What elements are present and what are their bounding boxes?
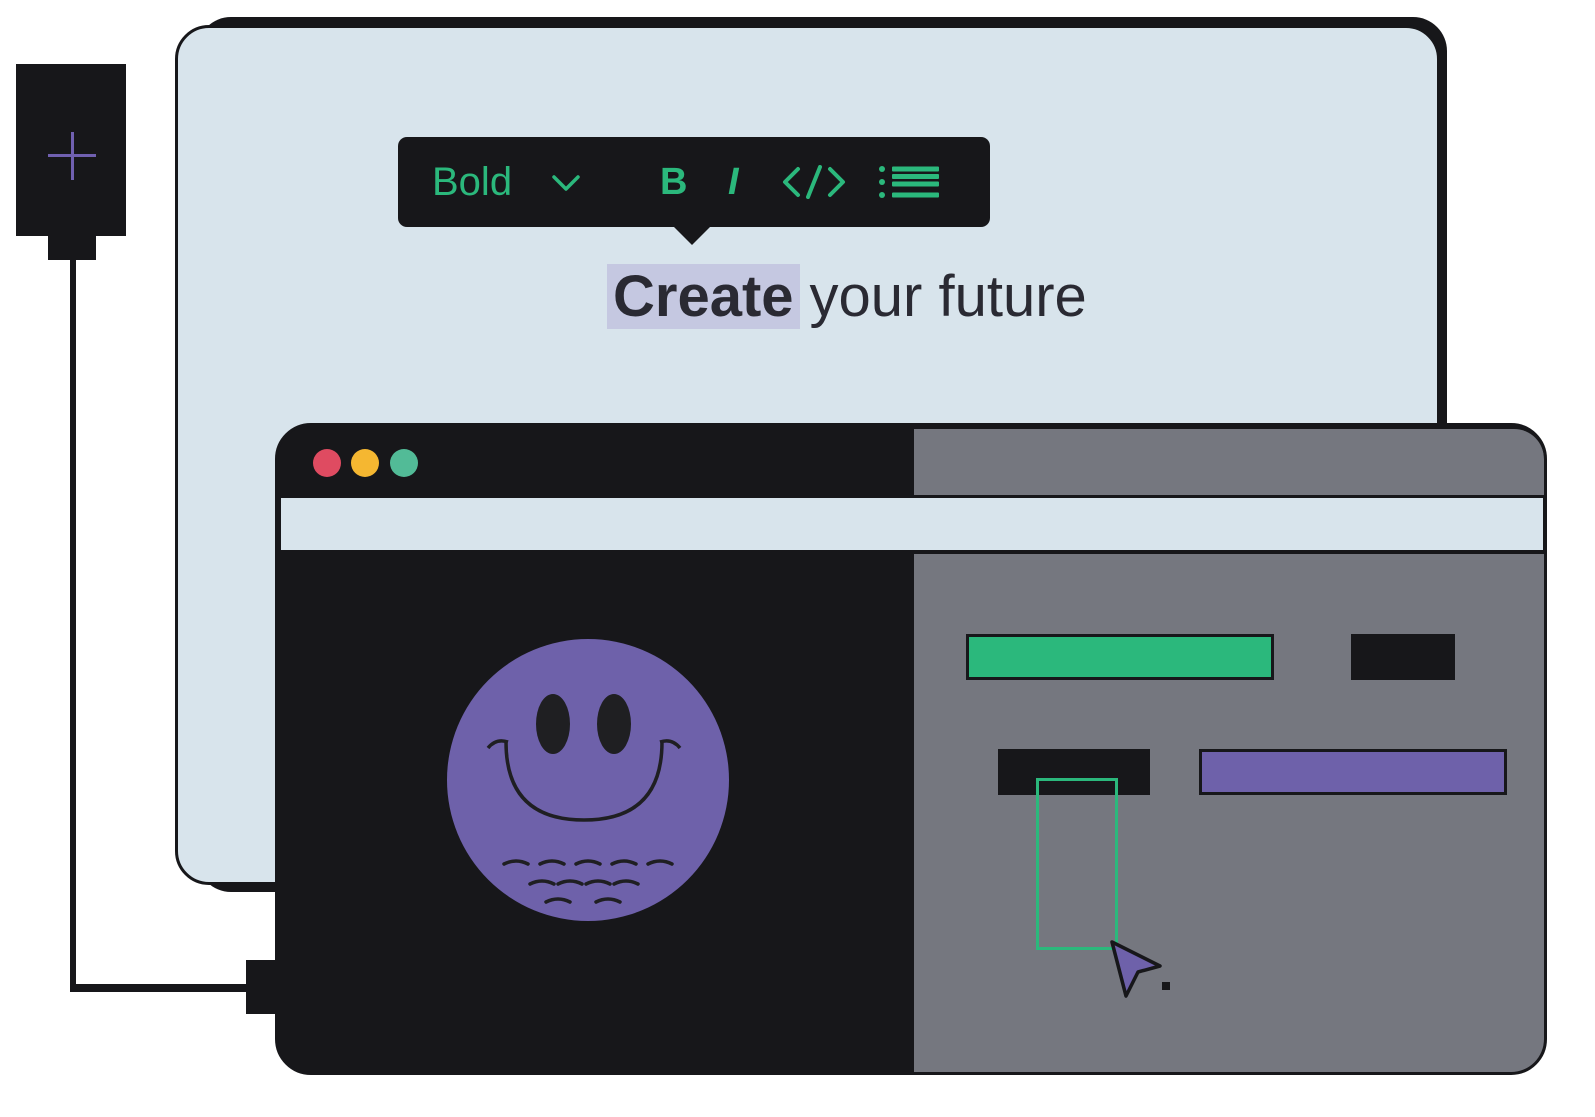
maximize-window-button[interactable]: [390, 449, 418, 477]
close-window-button[interactable]: [313, 449, 341, 477]
bold-button[interactable]: B: [660, 157, 687, 207]
code-icon[interactable]: [782, 165, 846, 199]
content-panel: [914, 554, 1544, 1072]
add-block-button-base: [48, 230, 96, 260]
selected-text[interactable]: Create: [607, 264, 800, 329]
address-bar[interactable]: [281, 498, 1543, 550]
formatting-toolbar: Bold B I: [398, 137, 990, 245]
bulleted-list-icon[interactable]: [878, 165, 940, 199]
green-content-block[interactable]: [966, 634, 1274, 680]
decorative-outline: [70, 250, 76, 992]
text-style-select[interactable]: Bold: [432, 157, 512, 207]
selection-rectangle: [1036, 778, 1118, 950]
browser-window: [275, 423, 1547, 1075]
minimize-window-button[interactable]: [351, 449, 379, 477]
window-titlebar-right: [914, 429, 1544, 495]
add-block-button[interactable]: [16, 64, 126, 236]
plus-icon: [48, 132, 96, 180]
dark-content-block[interactable]: [1351, 634, 1455, 680]
italic-button[interactable]: I: [728, 157, 739, 207]
unselected-text: your future: [809, 264, 1087, 329]
purple-content-block[interactable]: [1199, 749, 1507, 795]
cursor-arrow-icon: [1110, 940, 1170, 998]
smiley-face-icon: [447, 639, 729, 921]
chevron-down-icon[interactable]: [550, 167, 582, 199]
editor-text[interactable]: Create your future: [607, 264, 1087, 329]
